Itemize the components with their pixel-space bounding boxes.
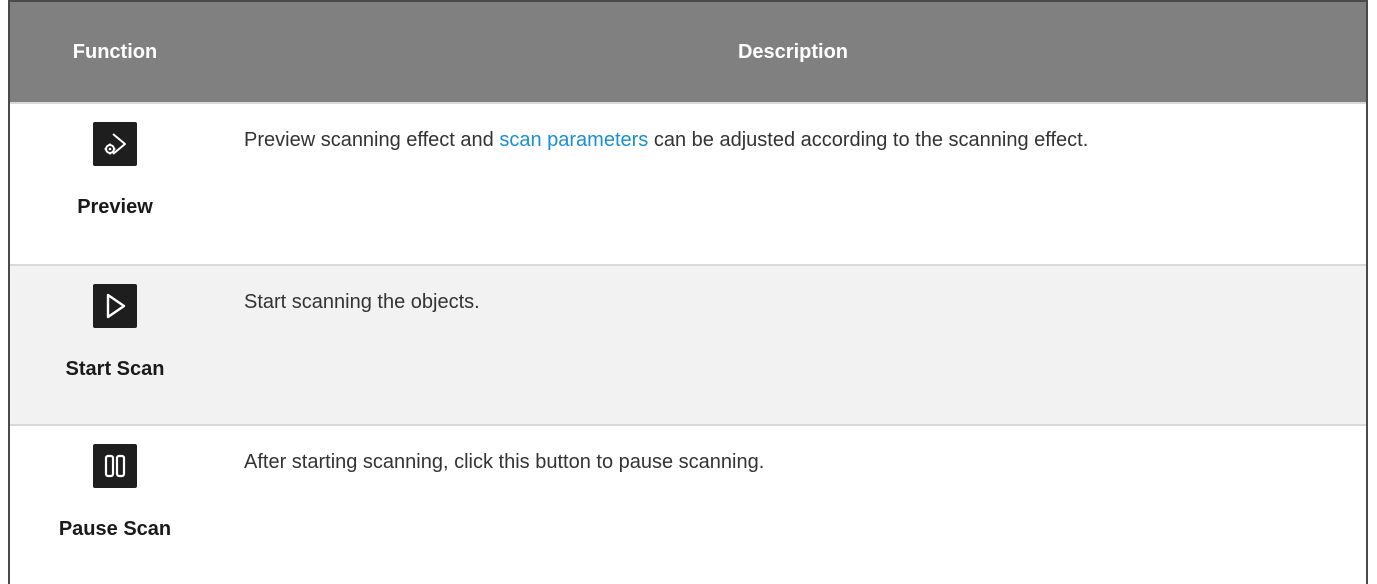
- play-icon: [93, 284, 137, 328]
- description-cell: Preview scanning effect and scan paramet…: [220, 104, 1366, 264]
- header-function: Function: [72, 40, 158, 63]
- function-cell: Start Scan: [10, 266, 220, 424]
- function-label: Start Scan: [65, 358, 165, 380]
- pause-icon: [93, 444, 137, 488]
- function-cell: Pause Scan: [10, 426, 220, 584]
- description-text: Preview scanning effect and: [244, 129, 500, 151]
- preview-icon: [93, 122, 137, 166]
- scan-parameters-link[interactable]: scan parameters: [499, 129, 648, 151]
- function-table: Function Description Preview Preview sca…: [8, 0, 1368, 584]
- function-cell: Preview: [10, 104, 220, 264]
- table-row-preview: Preview Preview scanning effect and scan…: [10, 102, 1366, 264]
- header-description: Description: [737, 40, 849, 63]
- table-row-start-scan: Start Scan Start scanning the objects.: [10, 264, 1366, 424]
- description-text: can be adjusted according to the scannin…: [648, 129, 1089, 151]
- function-label: Preview: [77, 196, 153, 218]
- description-cell: After starting scanning, click this butt…: [244, 451, 765, 473]
- description-cell: Start scanning the objects.: [244, 291, 480, 313]
- table-row-pause-scan: Pause Scan After starting scanning, clic…: [10, 424, 1366, 584]
- table-header: Function Description: [10, 2, 1366, 102]
- function-label: Pause Scan: [58, 518, 172, 540]
